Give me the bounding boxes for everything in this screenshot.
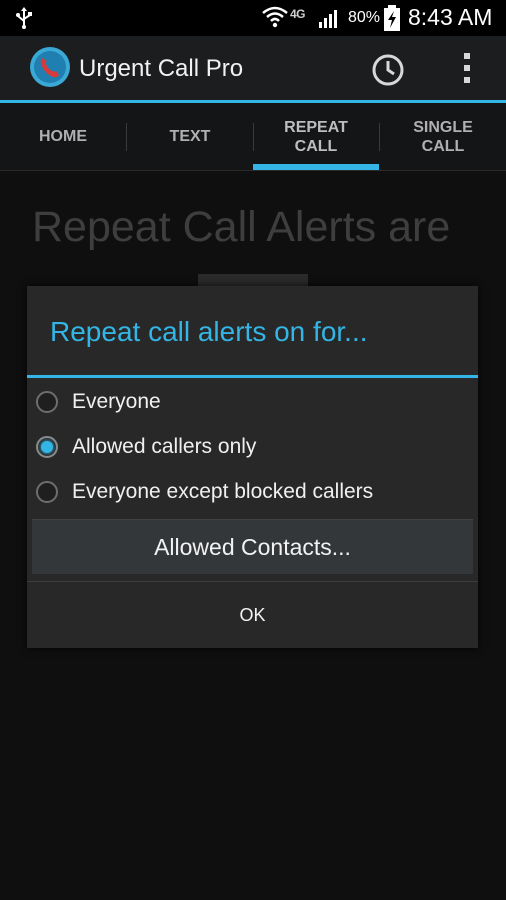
wifi-icon <box>262 6 288 33</box>
option-label: Everyone except blocked callers <box>72 480 374 503</box>
usb-icon <box>14 7 34 34</box>
tab-selected-indicator <box>253 164 379 170</box>
option-label: Allowed callers only <box>72 435 257 458</box>
tab-text-label: TEXT <box>169 128 211 145</box>
tab-home[interactable]: HOME <box>0 103 126 170</box>
action-bar: Urgent Call Pro <box>0 36 506 100</box>
dialog-title-divider <box>27 375 478 378</box>
tab-single-call-label: SINGLE CALL <box>413 118 473 155</box>
battery-percent: 80% <box>348 9 381 26</box>
battery-charging-icon <box>383 5 401 36</box>
dialog-title: Repeat call alerts on for... <box>50 316 368 347</box>
status-bar: 4G 80% 8:43 AM <box>0 0 506 36</box>
tab-repeat-call-label: REPEAT CALL <box>284 118 348 155</box>
repeat-call-dialog: Repeat call alerts on for... Everyone Al… <box>27 286 478 648</box>
app-logo-phone-icon[interactable] <box>29 46 71 93</box>
overflow-menu-icon[interactable] <box>457 50 477 86</box>
option-everyone-except-blocked[interactable]: Everyone except blocked callers <box>27 472 478 516</box>
tab-repeat-call[interactable]: REPEAT CALL <box>253 103 379 170</box>
tab-bar: HOME TEXT REPEAT CALL SINGLE CALL <box>0 103 506 171</box>
option-allowed-callers-only[interactable]: Allowed callers only <box>27 427 478 471</box>
radio-button[interactable] <box>36 391 58 413</box>
history-clock-icon[interactable] <box>370 52 406 93</box>
radio-button-checked[interactable] <box>36 436 58 458</box>
option-everyone[interactable]: Everyone <box>27 382 478 426</box>
app-title: Urgent Call Pro <box>79 55 244 82</box>
option-label: Everyone <box>72 390 161 413</box>
allowed-contacts-button[interactable]: Allowed Contacts... <box>32 519 473 574</box>
radio-button[interactable] <box>36 481 58 503</box>
ok-button[interactable]: OK <box>27 582 478 648</box>
page-heading: Repeat Call Alerts are <box>32 203 451 251</box>
status-clock: 8:43 AM <box>408 4 493 30</box>
tab-single-call[interactable]: SINGLE CALL <box>380 103 506 170</box>
tab-text[interactable]: TEXT <box>127 103 253 170</box>
network-type-label: 4G <box>290 7 306 21</box>
tab-home-label: HOME <box>39 128 87 145</box>
signal-icon <box>318 8 342 33</box>
